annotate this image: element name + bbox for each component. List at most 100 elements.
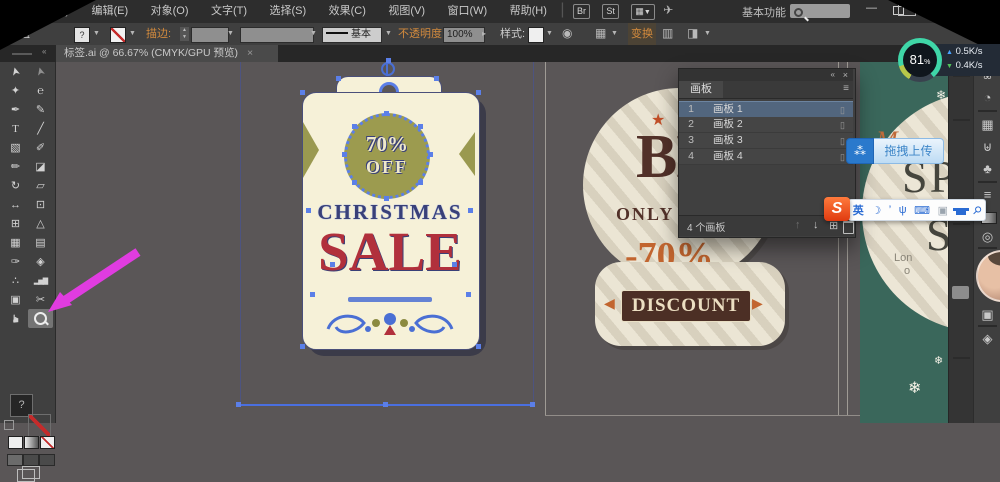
- free-transform-tool[interactable]: ⊡: [28, 195, 53, 214]
- artboard-tool[interactable]: ▣: [3, 290, 28, 309]
- curvature-tool[interactable]: ✎: [28, 100, 53, 119]
- eraser-tool[interactable]: ◪: [28, 157, 53, 176]
- artboard-row[interactable]: 2 画板 2 ▯: [679, 117, 853, 133]
- rotate-tool[interactable]: ↻: [3, 176, 28, 195]
- gradient-button[interactable]: [24, 436, 39, 449]
- delete-artboard-icon[interactable]: [843, 221, 854, 234]
- search-input[interactable]: [790, 4, 850, 18]
- artboard-row-icon[interactable]: ▯: [840, 134, 845, 149]
- slice-tool[interactable]: ✂: [28, 290, 53, 309]
- panel-menu-icon[interactable]: ≡: [843, 83, 849, 94]
- lasso-tool[interactable]: ℮: [28, 81, 53, 100]
- draw-normal-mode[interactable]: [7, 454, 23, 466]
- share-icon[interactable]: ✈: [663, 3, 673, 17]
- ime-toolbar[interactable]: 英 ☽ ’ ψ ⌨ ▣ ⚲: [848, 199, 986, 221]
- menu-select[interactable]: 选择(S): [260, 0, 315, 23]
- paintbrush-tool[interactable]: ✐: [28, 138, 53, 157]
- swatches-icon[interactable]: ▦: [974, 117, 1000, 133]
- none-button[interactable]: [40, 436, 55, 449]
- menu-view[interactable]: 视图(V): [379, 0, 434, 23]
- punctuation-icon[interactable]: ’: [889, 204, 891, 216]
- brush-definition[interactable]: 基本: [322, 27, 382, 43]
- panel-close-icon[interactable]: ×: [843, 70, 848, 80]
- tab-close-icon[interactable]: ×: [247, 47, 253, 59]
- menu-effect[interactable]: 效果(C): [320, 0, 375, 23]
- drag-upload-button[interactable]: ⁂ 拖拽上传: [846, 138, 944, 164]
- menu-type[interactable]: 文字(T): [202, 0, 256, 23]
- moon-icon[interactable]: ☽: [871, 204, 881, 217]
- stroke-weight-stepper[interactable]: ▲ ▼: [180, 27, 189, 41]
- layers-icon[interactable]: ◈: [974, 331, 1000, 347]
- mesh-tool[interactable]: ▦: [3, 233, 28, 252]
- minimize-button[interactable]: —: [866, 2, 877, 14]
- column-graph-tool[interactable]: ▂▅▇: [28, 271, 53, 290]
- color-guide-icon[interactable]: ◔: [974, 90, 1000, 105]
- symbol-sprayer-tool[interactable]: ∴: [3, 271, 28, 290]
- stroke-weight-label[interactable]: 描边:: [146, 23, 171, 45]
- rectangle-tool[interactable]: ▧: [3, 138, 28, 157]
- isolate-icon[interactable]: ◨: [687, 26, 698, 40]
- style-swatch[interactable]: [528, 27, 544, 43]
- move-up-icon[interactable]: ↑: [795, 219, 801, 231]
- transform-link[interactable]: 变换: [628, 23, 656, 45]
- zoom-tool[interactable]: [28, 309, 53, 328]
- draw-inside-mode[interactable]: [39, 454, 55, 466]
- skin-icon[interactable]: [952, 207, 969, 215]
- align-icon[interactable]: ▦: [595, 26, 606, 40]
- artboard-row-icon[interactable]: ▯: [840, 103, 845, 118]
- scale-tool[interactable]: ▱: [28, 176, 53, 195]
- stroke-swatch[interactable]: [28, 414, 51, 437]
- menu-object[interactable]: 对象(O): [142, 0, 198, 23]
- type-tool[interactable]: T: [3, 119, 28, 138]
- christmas-tag-artwork[interactable]: 70% OFF CHRISTMAS SALE: [290, 60, 490, 360]
- color-button[interactable]: [8, 436, 23, 449]
- menu-help[interactable]: 帮助(H): [501, 0, 556, 23]
- arrange-documents-icon[interactable]: ▦▼: [631, 4, 655, 20]
- eyedropper-tool[interactable]: ✑: [3, 252, 28, 271]
- default-fill-stroke-icon[interactable]: [4, 420, 14, 430]
- shape-builder-tool[interactable]: ⊞: [3, 214, 28, 233]
- pencil-tool[interactable]: ✏: [3, 157, 28, 176]
- selection-tool[interactable]: ➤: [3, 62, 28, 81]
- direct-selection-tool[interactable]: ➤: [28, 62, 53, 81]
- dock-scrollbar-thumb[interactable]: [952, 286, 969, 299]
- artboard-row-icon[interactable]: ▯: [840, 118, 845, 133]
- artboard-row[interactable]: 4 画板 4 ▯: [679, 149, 853, 165]
- pen-tool[interactable]: ✒: [3, 100, 28, 119]
- ime-lang-toggle[interactable]: 英: [853, 202, 864, 218]
- panel-collapse-icon[interactable]: «: [831, 70, 835, 79]
- artboards-dock-icon[interactable]: ▣: [974, 307, 1000, 323]
- draw-behind-mode[interactable]: [23, 454, 39, 466]
- clipboard-icon[interactable]: ▣: [938, 204, 948, 217]
- wrench-icon[interactable]: ⚲: [970, 203, 985, 217]
- opacity-value[interactable]: 100%: [443, 27, 485, 43]
- keyboard-icon[interactable]: ⌨: [914, 204, 930, 217]
- width-tool[interactable]: ↔: [3, 195, 28, 214]
- magic-wand-tool[interactable]: ✦: [3, 81, 28, 100]
- menu-window[interactable]: 窗口(W): [438, 0, 496, 23]
- opacity-label[interactable]: 不透明度:: [398, 23, 445, 45]
- panel-tab[interactable]: 画板: [679, 81, 723, 98]
- perspective-grid-tool[interactable]: △: [28, 214, 53, 233]
- hand-tool[interactable]: ☛: [3, 309, 28, 328]
- variable-width-profile[interactable]: [240, 27, 314, 43]
- gradient-tool[interactable]: ▤: [28, 233, 53, 252]
- bridge-button[interactable]: Br: [572, 4, 590, 19]
- document-setup-icon[interactable]: ◉: [562, 26, 572, 40]
- move-down-icon[interactable]: ↓: [813, 219, 819, 231]
- screen-mode-button[interactable]: [17, 466, 40, 482]
- blend-tool[interactable]: ◈: [28, 252, 53, 271]
- artboard-row[interactable]: 3 画板 3 ▯: [679, 133, 853, 149]
- stock-button[interactable]: St: [602, 4, 619, 19]
- ime-logo[interactable]: S: [824, 197, 850, 221]
- stroke-weight-value[interactable]: [191, 27, 229, 43]
- stroke-color-swatch[interactable]: [110, 27, 126, 43]
- tools-drag-bar[interactable]: [12, 53, 32, 55]
- sale-card-artwork[interactable]: ❄ ❄ M SP S Lon o ❄ ❄: [860, 62, 948, 423]
- artboard-row[interactable]: 1 画板 1 ▯: [679, 101, 853, 118]
- transparency-icon[interactable]: ◎: [974, 229, 1000, 245]
- artboard-row-icon[interactable]: ▯: [840, 150, 845, 165]
- symbols-icon[interactable]: ♣: [974, 161, 1000, 176]
- brushes-icon[interactable]: ⊎: [974, 139, 1000, 155]
- line-segment-tool[interactable]: ╱: [28, 119, 53, 138]
